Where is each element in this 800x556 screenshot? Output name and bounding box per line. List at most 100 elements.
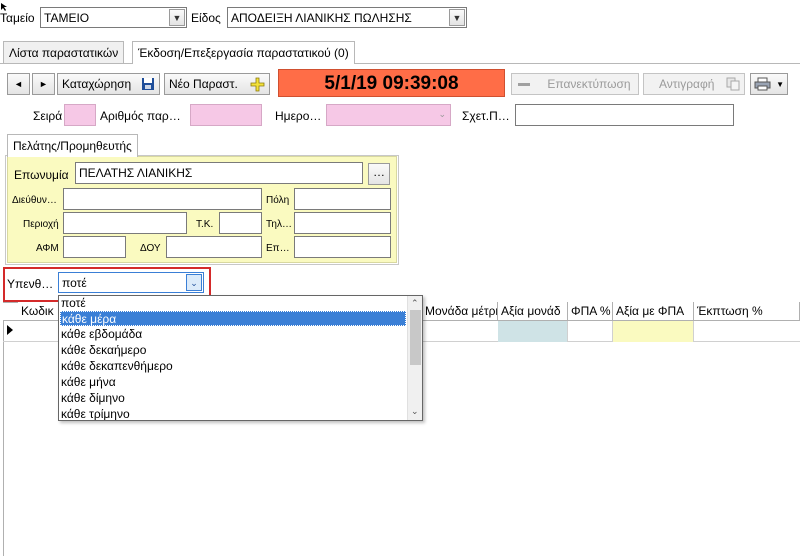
number-label: Αριθμός παρ… — [100, 109, 181, 123]
list-item[interactable]: κάθε τρίμηνο — [60, 407, 406, 420]
grid-col-label: Αξία με ΦΠΑ — [616, 304, 685, 318]
tab-customer[interactable]: Πελάτης/Προμηθευτής — [7, 134, 138, 157]
new-document-label: Νέο Παραστ. — [169, 77, 238, 91]
grid-col-value-with-vat[interactable]: Αξία με ΦΠΑ — [613, 302, 694, 321]
tab-document-list[interactable]: Λίστα παραστατικών — [3, 41, 125, 63]
grid-col-label: Μονάδα μέτρη — [425, 304, 498, 318]
grid-col-label: Έκπτωση % — [697, 304, 763, 318]
address-label: Διεύθυν… — [12, 195, 57, 206]
option-label: κάθε δίμηνο — [61, 391, 125, 405]
copy-button[interactable]: Αντιγραφή — [643, 73, 745, 95]
grid-col-label: Κωδικ — [21, 304, 54, 318]
phone-field[interactable] — [294, 212, 391, 234]
save-button[interactable]: Καταχώρηση — [57, 73, 160, 95]
row-pointer-icon — [7, 325, 13, 335]
option-label: κάθε δεκαπενθήμερο — [61, 359, 173, 373]
number-field[interactable] — [190, 104, 262, 126]
series-field[interactable] — [64, 104, 96, 126]
grid-col-label: ΦΠΑ % — [571, 304, 611, 318]
cashbox-label: Ταμείο — [0, 11, 35, 25]
chevron-down-icon[interactable]: ▼ — [449, 9, 465, 26]
scroll-down-icon[interactable]: ⌄ — [411, 406, 419, 417]
series-label: Σειρά — [33, 109, 63, 123]
cell-value-with-vat[interactable] — [613, 321, 694, 342]
scrollbar[interactable]: ⌃ ⌄ — [407, 296, 422, 420]
floppy-icon — [141, 77, 155, 94]
name-field[interactable]: ΠΕΛΑΤΗΣ ΛΙΑΝΙΚΗΣ — [75, 162, 363, 184]
grid-col-label: Αξία μονάδ — [501, 304, 561, 318]
area-label: Περιοχή — [23, 219, 59, 230]
type-select[interactable]: ΑΠΟΔΕΙΞΗ ΛΙΑΝΙΚΗΣ ΠΩΛΗΣΗΣ ▼ — [227, 7, 467, 28]
chevron-down-icon[interactable]: ▼ — [169, 9, 185, 26]
cashbox-select[interactable]: ΤΑΜΕΙΟ ▼ — [40, 7, 187, 28]
reminder-value: ποτέ — [62, 276, 87, 290]
prev-icon: ◄ — [14, 79, 23, 89]
option-label: κάθε δεκαήμερο — [61, 343, 147, 357]
plus-icon — [250, 77, 265, 95]
chevron-down-icon[interactable]: ⌄ — [186, 274, 202, 291]
reminder-dropdown-list[interactable]: ποτέ κάθε μέρα κάθε εβδομάδα κάθε δεκαήμ… — [58, 295, 423, 421]
option-label: κάθε τρίμηνο — [61, 407, 130, 420]
type-label: Είδος — [191, 11, 221, 25]
profession-label: Επ… — [266, 243, 290, 254]
cashbox-value: ΤΑΜΕΙΟ — [44, 11, 90, 25]
chevron-down-icon[interactable]: ⌄ — [438, 109, 446, 120]
date-picker[interactable]: ⌄ — [326, 104, 451, 126]
cell-vat[interactable] — [568, 321, 613, 342]
list-item[interactable]: κάθε εβδομάδα — [60, 327, 406, 342]
related-label: Σχετ.Π… — [462, 109, 510, 123]
new-document-button[interactable]: Νέο Παραστ. — [164, 73, 270, 95]
reprint-button[interactable]: Επανεκτύπωση — [511, 73, 639, 95]
reminder-label: Υπενθ… — [7, 277, 54, 291]
option-label: κάθε μήνα — [61, 375, 116, 389]
next-icon: ► — [39, 79, 48, 89]
next-button[interactable]: ► — [32, 73, 55, 95]
datetime-value: 5/1/19 09:39:08 — [324, 73, 459, 94]
area-field[interactable] — [63, 212, 187, 234]
reprint-label: Επανεκτύπωση — [547, 77, 631, 91]
grid-col-discount[interactable]: Έκπτωση % — [694, 302, 800, 321]
list-item[interactable]: κάθε δεκαπενθήμερο — [60, 359, 406, 374]
tab-document-edit[interactable]: Έκδοση/Επεξεργασία παραστατικού (0) — [132, 41, 355, 64]
city-field[interactable] — [294, 188, 391, 210]
copy-label: Αντιγραφή — [659, 77, 715, 91]
prev-button[interactable]: ◄ — [7, 73, 30, 95]
zip-field[interactable] — [219, 212, 262, 234]
afm-field[interactable] — [63, 236, 126, 258]
related-field[interactable] — [515, 104, 734, 126]
list-item[interactable]: κάθε δεκαήμερο — [60, 343, 406, 358]
list-item[interactable]: κάθε μήνα — [60, 375, 406, 390]
doy-field[interactable] — [166, 236, 262, 258]
list-item[interactable]: κάθε δίμηνο — [60, 391, 406, 406]
option-label: κάθε μέρα — [62, 312, 117, 326]
list-item[interactable]: ποτέ — [60, 296, 406, 311]
tab-label: Λίστα παραστατικών — [9, 46, 119, 60]
print-button[interactable]: ▼ — [750, 73, 788, 95]
option-label: ποτέ — [61, 296, 86, 310]
tab-divider — [0, 63, 800, 64]
reminder-select[interactable]: ποτέ ⌄ — [58, 272, 204, 293]
list-item[interactable]: κάθε μέρα — [60, 311, 406, 326]
datetime-display: 5/1/19 09:39:08 — [278, 69, 505, 97]
address-field[interactable] — [63, 188, 262, 210]
cursor-icon — [0, 0, 10, 11]
city-label: Πόλη — [266, 195, 290, 206]
cell-unit-value[interactable] — [498, 321, 568, 342]
tab-label: Πελάτης/Προμηθευτής — [13, 139, 132, 153]
tab-label: Έκδοση/Επεξεργασία παραστατικού (0) — [138, 46, 349, 60]
ellipsis-icon: … — [373, 165, 385, 179]
type-value: ΑΠΟΔΕΙΞΗ ΛΙΑΝΙΚΗΣ ΠΩΛΗΣΗΣ — [231, 11, 412, 25]
scroll-thumb[interactable] — [410, 310, 421, 365]
grid-col-unit-value[interactable]: Αξία μονάδ — [498, 302, 568, 321]
profession-field[interactable] — [294, 236, 391, 258]
grid-col-unit[interactable]: Μονάδα μέτρη — [422, 302, 498, 321]
grid-col-vat[interactable]: ΦΠΑ % — [568, 302, 613, 321]
afm-label: ΑΦΜ — [36, 243, 59, 254]
chevron-down-icon[interactable]: ▼ — [776, 80, 784, 89]
name-label: Επωνυμία — [14, 168, 69, 182]
scroll-up-icon[interactable]: ⌃ — [411, 298, 419, 309]
zip-label: Τ.Κ. — [196, 219, 214, 230]
phone-label: Τηλ… — [266, 219, 292, 230]
browse-customer-button[interactable]: … — [368, 163, 390, 185]
minus-icon — [518, 83, 530, 87]
